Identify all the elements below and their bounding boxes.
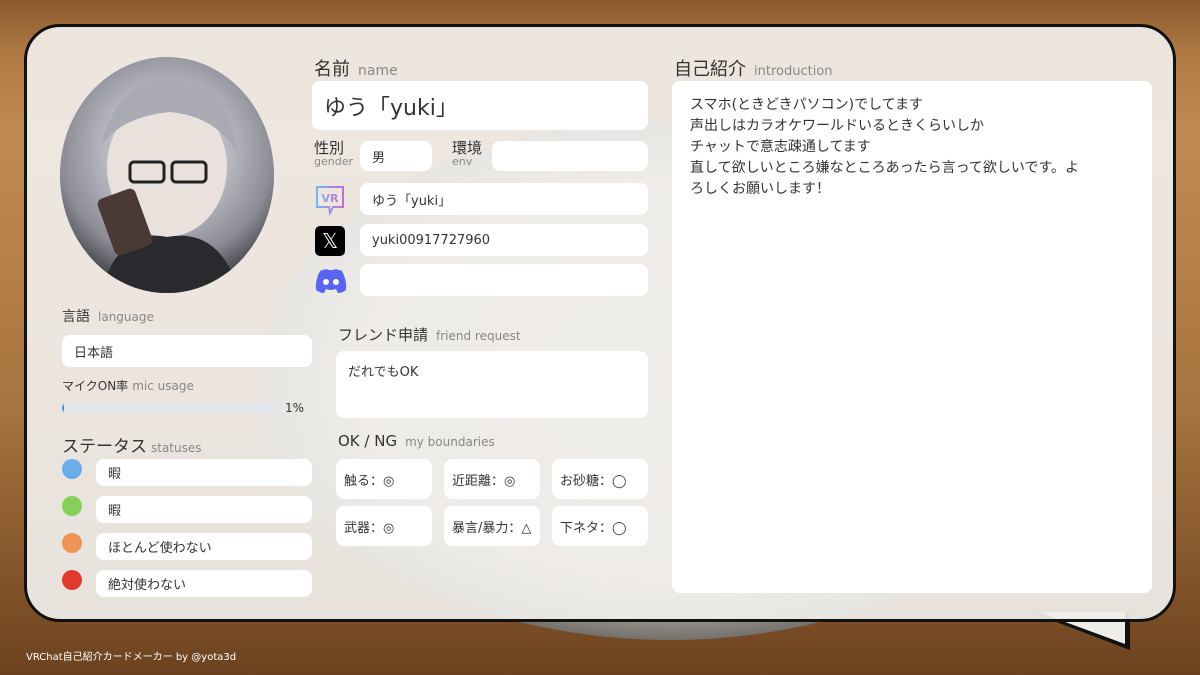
- boundary-item[interactable]: 武器：◎: [336, 506, 432, 546]
- boundary-item[interactable]: お砂糖：◯: [552, 459, 648, 499]
- footer-credit: VRChat自己紹介カードメーカー by @yota3d: [26, 652, 237, 663]
- status-color-dot: [62, 496, 82, 516]
- env-field[interactable]: [492, 141, 648, 171]
- mic-usage-value: 1%: [285, 401, 305, 415]
- svg-text:VR: VR: [322, 192, 340, 205]
- name-field[interactable]: ゆう「yuki」: [312, 81, 648, 130]
- language-label: 言語 language: [62, 309, 154, 325]
- intro-line: ろしくお願いします！: [690, 181, 830, 197]
- friend-request-label: フレンド申請 friend request: [338, 326, 521, 344]
- x-field[interactable]: yuki00917727960: [360, 224, 648, 256]
- avatar: [60, 57, 274, 293]
- boundary-item[interactable]: 暴言/暴力：△: [444, 506, 540, 546]
- status-field[interactable]: ほとんど使わない: [96, 533, 312, 560]
- language-field[interactable]: 日本語: [62, 335, 312, 367]
- vrchat-icon: VR: [314, 184, 346, 217]
- statuses-label: ステータス statuses: [62, 437, 202, 457]
- gender-label: 性別 gender: [314, 139, 353, 168]
- vrchat-field[interactable]: ゆう「yuki」: [360, 183, 648, 215]
- boundary-item[interactable]: 近距離：◎: [444, 459, 540, 499]
- mic-usage-bar: [62, 403, 277, 413]
- status-field[interactable]: 暇: [96, 496, 312, 523]
- friend-request-field[interactable]: だれでもOK: [336, 351, 648, 418]
- x-icon: 𝕏: [315, 226, 345, 256]
- name-label: 名前 name: [314, 59, 398, 80]
- intro-line: 声出しはカラオケワールドいるときくらいしか: [690, 118, 984, 134]
- intro-line: 直して欲しいところ嫌なところあったら言って欲しいです。よ: [690, 160, 1080, 176]
- status-color-dot: [62, 570, 82, 590]
- intro-line: スマホ(ときどきパソコン)でしてます: [690, 97, 923, 113]
- env-label: 環境 env: [452, 139, 483, 168]
- status-color-dot: [62, 533, 82, 553]
- boundary-item[interactable]: 触る：◎: [336, 459, 432, 499]
- mic-label: マイクON率 mic usage: [62, 379, 194, 393]
- gender-field[interactable]: 男: [360, 141, 432, 171]
- status-field[interactable]: 絶対使わない: [96, 570, 312, 597]
- intro-field[interactable]: スマホ(ときどきパソコン)でしてます声出しはカラオケワールドいるときくらいしかチ…: [672, 81, 1152, 593]
- intro-line: チャットで意志疎通してます: [690, 139, 871, 155]
- discord-field[interactable]: [360, 264, 648, 296]
- intro-label: 自己紹介 introduction: [674, 59, 833, 80]
- status-field[interactable]: 暇: [96, 459, 312, 486]
- boundary-item[interactable]: 下ネタ：◯: [552, 506, 648, 546]
- boundaries-label: OK / NG my boundaries: [338, 432, 495, 450]
- discord-icon: [314, 268, 348, 294]
- status-color-dot: [62, 459, 82, 479]
